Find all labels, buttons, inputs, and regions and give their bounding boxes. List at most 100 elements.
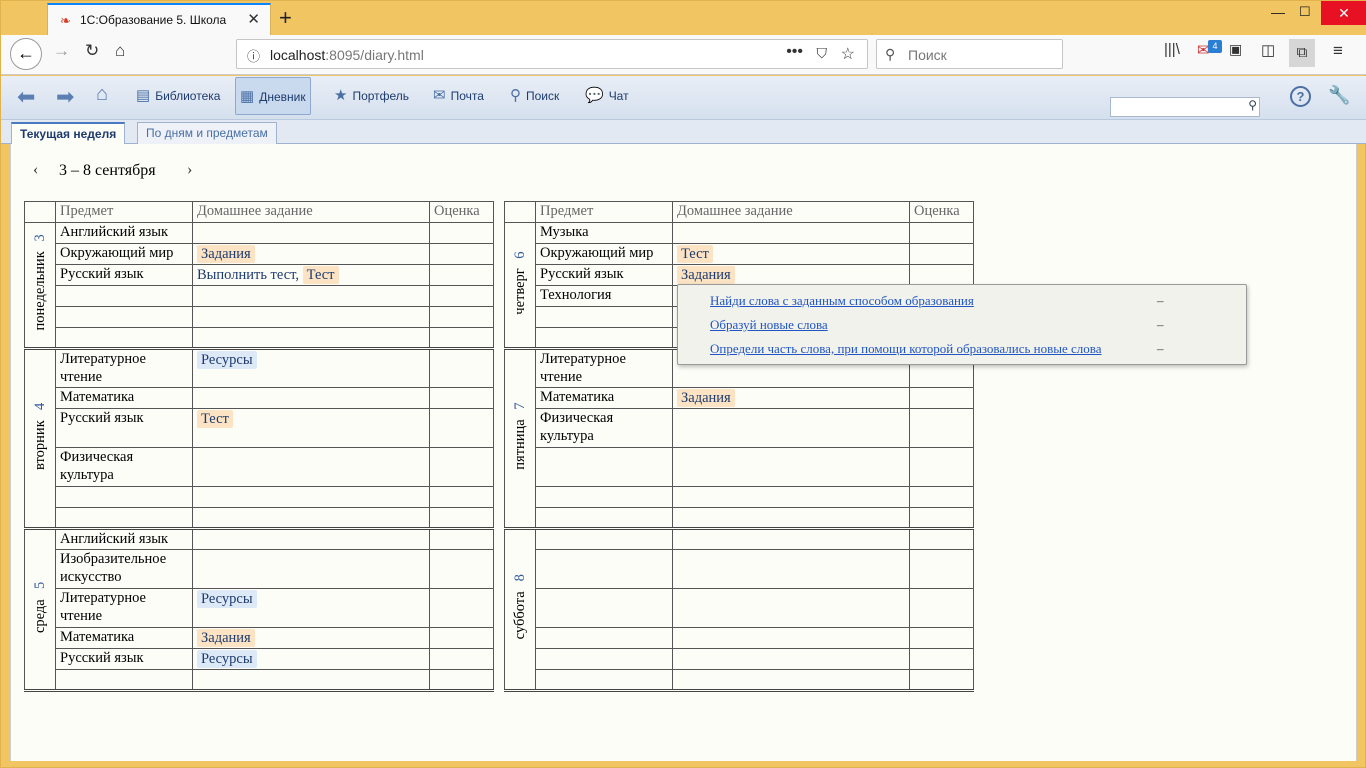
toolbar-library[interactable]: ▤ Библиотека <box>132 77 224 115</box>
popup-task-link[interactable]: Найди слова с заданным способом образова… <box>710 293 974 309</box>
table-row: Русский язык Ресурсы <box>25 648 494 670</box>
grade-cell <box>909 264 974 286</box>
header-homework: Домашнее задание <box>672 201 910 223</box>
table-row: Русский язык Выполнить тест, Тест <box>25 264 494 286</box>
site-info-icon[interactable]: ⓘ <box>247 46 260 65</box>
browser-search[interactable]: ⚲ Поиск <box>876 39 1063 69</box>
day-name: вторник <box>32 419 48 470</box>
homework-cell <box>672 588 910 628</box>
table-row <box>505 447 974 487</box>
app-toolbar: ⬅ ➡ ⌂ ▤ Библиотека ▦ Дневник ★ Портфель ✉ По… <box>1 76 1366 120</box>
day-name: суббота <box>512 591 528 640</box>
subject-cell <box>535 528 673 550</box>
reload-icon[interactable]: ↻ <box>85 41 99 61</box>
app-search-input[interactable]: ⚲ <box>1110 97 1260 117</box>
homework-cell: Ресурсы <box>192 588 430 628</box>
day-cell-thu: четверг 6 <box>504 222 536 350</box>
homework-cell: Задания <box>192 243 430 265</box>
browser-tab[interactable]: ❧ 1С:Образование 5. Школа ✕ <box>47 3 271 35</box>
subject-cell <box>535 327 673 350</box>
homework-tag[interactable]: Тест <box>197 410 233 428</box>
extension-icon[interactable]: ▣ <box>1229 41 1242 58</box>
subject-cell <box>55 327 193 350</box>
tab-current-week[interactable]: Текущая неделя <box>11 122 126 144</box>
subject-cell <box>55 306 193 328</box>
grade-cell <box>429 507 494 530</box>
resources-tag[interactable]: Ресурсы <box>197 590 257 608</box>
grade-cell <box>429 408 494 448</box>
homework-cell <box>672 549 910 589</box>
subject-cell <box>55 669 193 692</box>
popup-task-link[interactable]: Определи часть слова, при помощи которой… <box>710 341 1102 357</box>
homework-tag[interactable]: Задания <box>677 389 735 407</box>
table-row <box>25 507 494 530</box>
homework-cell <box>672 627 910 649</box>
settings-icon[interactable]: 🔧 <box>1328 85 1350 106</box>
day-name: среда <box>32 598 48 633</box>
favicon-icon: ❧ <box>60 13 71 28</box>
header-row: Предмет Домашнее задание Оценка <box>504 201 974 223</box>
prev-week-icon[interactable]: ‹ <box>33 161 38 179</box>
toolbar-mail[interactable]: ✉ Почта <box>429 77 488 115</box>
schedule-left: Предмет Домашнее задание Оценка понедельник… <box>24 201 494 692</box>
close-tab-icon[interactable]: ✕ <box>247 10 260 28</box>
bookmark-star-icon[interactable]: ☆ <box>841 44 855 64</box>
homework-link[interactable]: Выполнить тест, <box>197 267 299 283</box>
popup-task-link[interactable]: Образуй новые слова <box>710 317 828 333</box>
library-icon[interactable]: |||\ <box>1164 41 1180 58</box>
subject-cell <box>535 669 673 692</box>
day-cell-tue: вторник 4 <box>24 348 56 530</box>
subject-cell <box>55 285 193 307</box>
homework-cell <box>672 408 910 448</box>
page-actions-icon[interactable]: ••• <box>786 43 803 61</box>
header-day <box>504 201 536 223</box>
url-bar[interactable]: ⓘ localhost:8095/diary.html ••• ⛉ ☆ <box>236 39 868 69</box>
forward-icon[interactable]: → <box>53 41 70 61</box>
mail-badge: 4 <box>1208 40 1222 53</box>
toolbar-diary[interactable]: ▦ Дневник <box>235 77 311 115</box>
subject-cell: Русский язык <box>535 264 673 286</box>
day-number: 3 <box>32 234 48 242</box>
crop-icon[interactable]: ⧉ <box>1289 39 1315 67</box>
help-icon[interactable]: ? <box>1290 86 1311 107</box>
search-icon[interactable]: ⚲ <box>1248 98 1257 112</box>
homework-tag[interactable]: Задания <box>197 629 255 647</box>
homework-cell <box>192 306 430 328</box>
homework-tag[interactable]: Задания <box>197 245 255 263</box>
table-row <box>25 669 494 692</box>
menu-icon[interactable]: ≡ <box>1333 41 1343 61</box>
homework-cell <box>192 549 430 589</box>
homework-tag[interactable]: Тест <box>677 245 713 263</box>
resources-tag[interactable]: Ресурсы <box>197 650 257 668</box>
app-forward-icon[interactable]: ➡ <box>56 84 74 110</box>
app-back-icon[interactable]: ⬅ <box>17 84 35 110</box>
homework-cell: Ресурсы <box>192 648 430 670</box>
sidebar-icon[interactable]: ◫ <box>1261 41 1275 59</box>
minimize-icon[interactable]: — <box>1271 4 1285 20</box>
pocket-icon[interactable]: ⛉ <box>817 45 828 62</box>
app-home-icon[interactable]: ⌂ <box>96 83 108 106</box>
next-week-icon[interactable]: › <box>187 161 192 179</box>
day-cell-mon: понедельник 3 <box>24 222 56 350</box>
search-icon: ⚲ <box>885 46 896 62</box>
toolbar-chat[interactable]: 💬 Чат <box>581 77 633 115</box>
grade-cell <box>909 549 974 589</box>
subject-cell <box>535 627 673 649</box>
toolbar-portfolio[interactable]: ★ Портфель <box>330 77 413 115</box>
homework-tag[interactable]: Тест <box>302 266 339 284</box>
resources-tag[interactable]: Ресурсы <box>197 351 257 369</box>
maximize-icon[interactable]: ☐ <box>1299 4 1311 20</box>
home-icon[interactable]: ⌂ <box>115 41 125 61</box>
tab-title: 1С:Образование 5. Школа <box>80 13 227 27</box>
tab-by-days[interactable]: По дням и предметам <box>137 122 277 144</box>
back-icon[interactable]: ← <box>10 38 42 70</box>
search-placeholder: Поиск <box>908 47 947 63</box>
homework-tag[interactable]: Задания <box>677 266 735 284</box>
new-tab-icon[interactable]: + <box>279 5 292 31</box>
toolbar-search[interactable]: ⚲ Поиск <box>506 77 563 115</box>
homework-cell <box>192 327 430 350</box>
close-window-icon[interactable]: ✕ <box>1321 1 1366 25</box>
subject-cell: Английский язык <box>55 222 193 244</box>
homework-cell: Задания <box>672 387 910 409</box>
grade-cell <box>429 285 494 307</box>
